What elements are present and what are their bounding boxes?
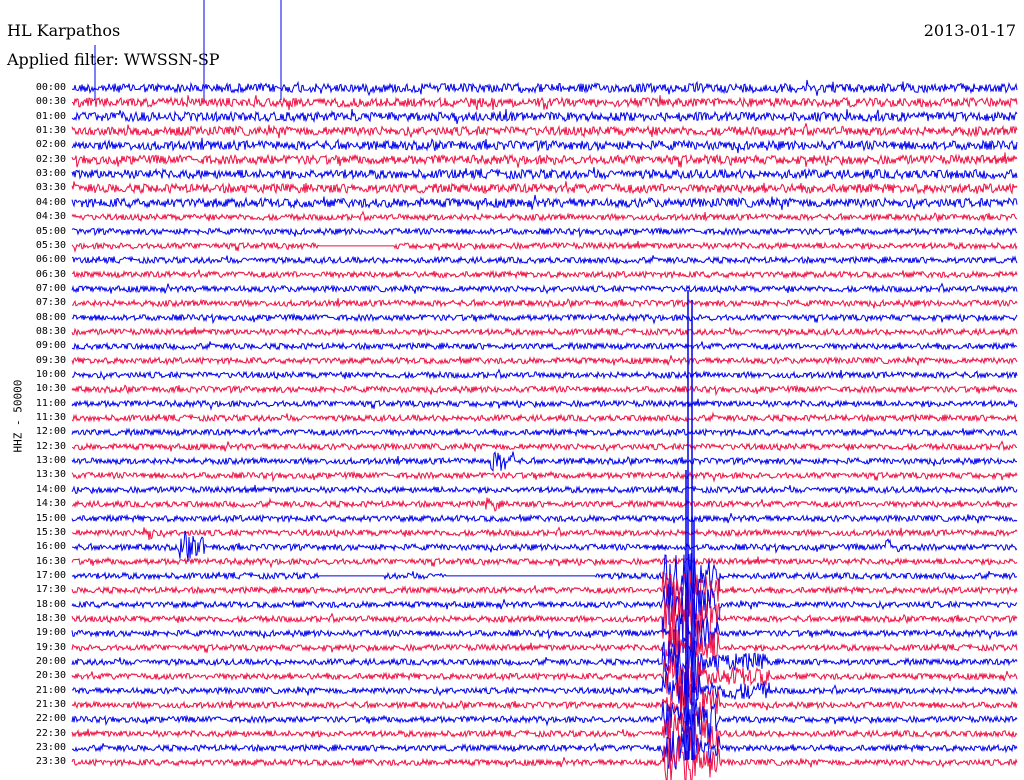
trace-row xyxy=(71,210,1018,223)
trace-row xyxy=(71,526,1018,540)
trace-row xyxy=(71,451,1018,472)
trace-row xyxy=(71,411,1018,423)
trace-row xyxy=(71,440,1018,453)
trace-row xyxy=(71,497,1018,512)
trace-row xyxy=(71,79,1018,97)
seismogram-plot xyxy=(71,0,1018,780)
trace-row xyxy=(71,484,1018,495)
trace-row xyxy=(71,181,1018,195)
trace-row xyxy=(71,240,1018,254)
trace-row xyxy=(71,152,1018,168)
trace-row xyxy=(71,137,1018,154)
trace-row xyxy=(71,341,1018,352)
trace-row xyxy=(71,398,1018,411)
trace-row xyxy=(71,108,1018,125)
trace-row xyxy=(71,427,1018,438)
trace-row xyxy=(71,255,1018,266)
trace-row xyxy=(71,167,1018,181)
trace-row xyxy=(71,123,1018,139)
trace-row xyxy=(71,298,1018,309)
trace-row xyxy=(71,368,1018,381)
trace-row xyxy=(71,194,1018,210)
trace-row xyxy=(71,556,1018,569)
trace-row xyxy=(71,95,1018,111)
trace-row xyxy=(71,312,1018,325)
trace-row xyxy=(71,355,1018,366)
trace-row xyxy=(71,269,1018,280)
trace-row xyxy=(71,513,1018,524)
trace-row xyxy=(71,326,1018,337)
trace-row xyxy=(71,282,1018,295)
trace-row xyxy=(71,470,1018,483)
trace-row xyxy=(71,384,1018,397)
trace-row xyxy=(71,226,1018,239)
